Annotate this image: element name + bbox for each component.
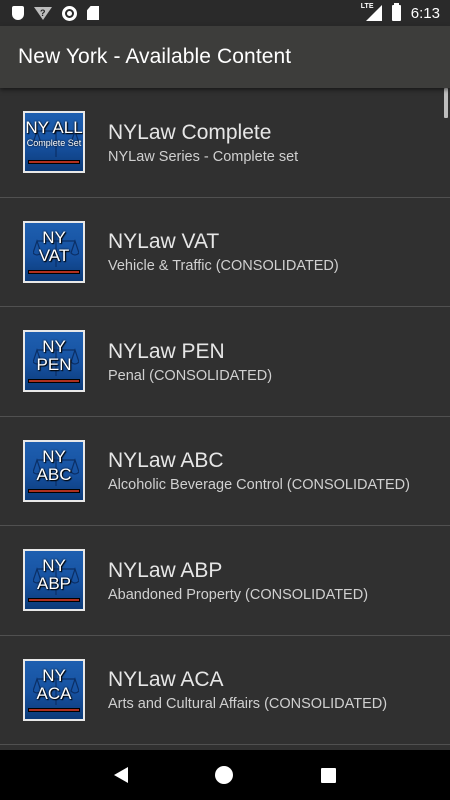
network-label: LTE — [359, 3, 375, 10]
item-subtitle: Arts and Cultural Affairs (CONSOLIDATED) — [108, 696, 388, 713]
thumb-sub: ABC — [36, 464, 72, 484]
page-title: New York - Available Content — [18, 45, 292, 68]
item-title: NYLaw PEN — [108, 339, 225, 363]
status-bar: ? LTE 6:13 — [0, 0, 450, 26]
item-title: NYLaw VAT — [108, 230, 220, 254]
content-list[interactable]: NY ALL Complete Set NYLaw Complete NYLaw… — [0, 88, 450, 750]
thumb-banner — [28, 598, 80, 603]
item-title: NYLaw Complete — [108, 120, 272, 144]
thumb-code: NY — [42, 446, 66, 466]
home-icon[interactable] — [215, 766, 234, 784]
thumb-code: NY — [42, 337, 66, 357]
thumb-banner — [28, 160, 80, 165]
status-clock: 6:13 — [410, 4, 440, 22]
list-item-nylaw-complete[interactable]: NY ALL Complete Set NYLaw Complete NYLaw… — [0, 88, 450, 198]
nylaw-logo-icon: NY VAT — [23, 220, 85, 283]
status-right-icons: LTE 6:13 — [359, 3, 440, 22]
item-subtitle: Vehicle & Traffic (CONSOLIDATED) — [108, 258, 339, 275]
thumb-banner — [28, 269, 80, 274]
item-subtitle: Penal (CONSOLIDATED) — [108, 367, 273, 384]
thumb-banner — [28, 707, 80, 712]
list-item-nylaw-pen[interactable]: NY PEN NYLaw PEN Penal (CONSOLIDATED) — [0, 307, 450, 417]
thumb-code: NY — [42, 227, 66, 247]
nylaw-logo-icon: NY ALL Complete Set — [23, 111, 85, 174]
list-item-nylaw-vat[interactable]: NY VAT NYLaw VAT Vehicle & Traffic (CONS… — [0, 198, 450, 307]
item-subtitle: Alcoholic Beverage Control (CONSOLIDATED… — [108, 477, 410, 494]
thumb-code: NY — [42, 665, 66, 685]
thumb-banner — [28, 488, 80, 493]
status-left-icons: ? — [12, 5, 99, 21]
item-text: NYLaw Complete NYLaw Series - Complete s… — [108, 120, 298, 165]
item-text: NYLaw ACA Arts and Cultural Affairs (CON… — [108, 667, 387, 712]
thumb-sub: ACA — [36, 683, 72, 703]
list-item-nylaw-aca[interactable]: NY ACA NYLaw ACA Arts and Cultural Affai… — [0, 636, 450, 745]
item-text: NYLaw ABC Alcoholic Beverage Control (CO… — [108, 448, 410, 493]
recents-icon[interactable] — [321, 767, 337, 783]
thumb-sub: ABP — [36, 574, 72, 594]
nylaw-logo-icon: NY ABC — [23, 439, 85, 502]
item-title: NYLaw ACA — [108, 668, 224, 692]
item-text: NYLaw ABP Abandoned Property (CONSOLIDAT… — [108, 558, 368, 603]
battery-icon — [391, 3, 401, 21]
item-title: NYLaw ABC — [108, 449, 224, 473]
circle-icon — [62, 5, 77, 21]
thumb-code: NY ALL — [25, 118, 83, 138]
item-title: NYLaw ABP — [108, 558, 223, 582]
thumb-sub: Complete Set — [26, 138, 82, 149]
item-subtitle: NYLaw Series - Complete set — [108, 148, 299, 165]
lte-signal-icon: LTE — [359, 3, 382, 21]
item-text: NYLaw PEN Penal (CONSOLIDATED) — [108, 339, 272, 384]
shield-icon — [12, 6, 24, 20]
nylaw-logo-icon: NY PEN — [23, 330, 85, 393]
list-item-nylaw-abp[interactable]: NY ABP NYLaw ABP Abandoned Property (CON… — [0, 526, 450, 636]
navigation-bar — [0, 750, 450, 800]
back-icon[interactable] — [113, 767, 128, 783]
thumb-sub: VAT — [38, 245, 70, 265]
app-bar: New York - Available Content — [0, 26, 450, 88]
thumb-sub: PEN — [36, 355, 72, 375]
wifi-unknown-icon: ? — [34, 6, 52, 20]
thumb-code: NY — [42, 556, 66, 576]
item-text: NYLaw VAT Vehicle & Traffic (CONSOLIDATE… — [108, 229, 339, 274]
list-item-nylaw-abc[interactable]: NY ABC NYLaw ABC Alcoholic Beverage Cont… — [0, 417, 450, 526]
nylaw-logo-icon: NY ACA — [23, 658, 85, 721]
sd-card-icon — [87, 6, 99, 20]
nylaw-logo-icon: NY ABP — [23, 549, 85, 612]
thumb-banner — [28, 379, 80, 384]
item-subtitle: Abandoned Property (CONSOLIDATED) — [108, 586, 369, 603]
